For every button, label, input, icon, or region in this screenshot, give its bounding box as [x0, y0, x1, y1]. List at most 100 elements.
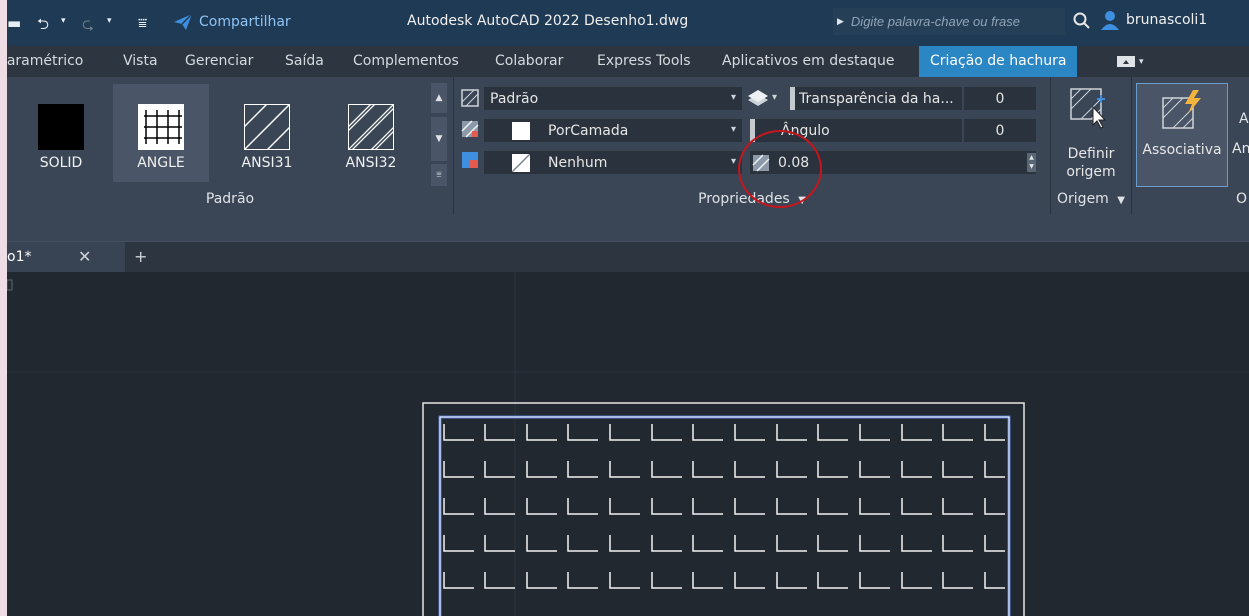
tab-saida[interactable]: Saída — [285, 53, 324, 69]
search-icon[interactable] — [1073, 12, 1091, 30]
ansi31-pattern-icon — [244, 104, 290, 150]
associative-label: Associativa — [1142, 142, 1222, 158]
hatch-stroke — [859, 424, 890, 441]
document-tab[interactable]: o1* ✕ — [7, 242, 125, 273]
search-input[interactable]: Digite palavra-chave ou frase — [851, 14, 1020, 29]
redo-dropdown-icon[interactable]: ▾ — [107, 16, 112, 26]
set-origin-icon — [1070, 88, 1107, 129]
hatch-stroke — [526, 461, 557, 478]
share-label: Compartilhar — [199, 14, 291, 30]
pattern-scroll-down[interactable]: ▼ — [431, 117, 447, 161]
hatch-stroke — [567, 498, 598, 515]
pattern-solid[interactable]: SOLID — [13, 84, 109, 182]
annotative-icon: A — [1239, 111, 1249, 127]
hatch-stroke — [942, 535, 973, 552]
tab-parametrico[interactable]: Paramétrico — [7, 53, 83, 69]
associative-button[interactable]: Associativa — [1136, 83, 1228, 187]
hatch-stroke — [734, 498, 765, 515]
tab-express-tools[interactable]: Express Tools — [597, 53, 691, 69]
hatch-stroke — [859, 498, 890, 515]
tab-criacao-de-hachura[interactable]: Criação de hachura — [919, 46, 1078, 77]
transparency-label-box: Transparência da ha... — [790, 87, 962, 110]
hatch-stroke — [984, 424, 1005, 441]
hatch-stroke — [776, 498, 807, 515]
undo-dropdown-icon[interactable]: ▾ — [61, 16, 66, 26]
tab-complementos[interactable]: Complementos — [353, 53, 459, 69]
hatch-color-icon — [461, 120, 479, 138]
annotative-label[interactable]: An — [1232, 141, 1249, 157]
hatch-stroke — [901, 535, 932, 552]
angle-input[interactable]: 0 — [964, 119, 1036, 142]
close-icon[interactable]: ✕ — [78, 247, 91, 266]
hatch-stroke — [567, 424, 598, 441]
hatch-stroke — [651, 424, 682, 441]
pattern-expand[interactable]: ⩸ — [431, 164, 447, 186]
chevron-down-icon: ▾ — [730, 156, 736, 167]
user-name: brunascoli1 — [1126, 12, 1208, 28]
ribbon-tab-bar: Paramétrico Vista Gerenciar Saída Comple… — [7, 46, 1249, 77]
ribbon-minimize-button[interactable]: ▾ — [1117, 56, 1144, 67]
hatch-stroke — [609, 498, 640, 515]
hatch-stroke — [567, 572, 598, 589]
hatch-stroke — [609, 424, 640, 441]
layers-icon[interactable] — [747, 88, 769, 108]
hatch-stroke — [526, 424, 557, 441]
hatch-stroke — [901, 498, 932, 515]
hatch-stroke — [817, 572, 848, 589]
scale-spinner[interactable]: ▲ ▼ — [1027, 153, 1036, 172]
pattern-ansi32[interactable]: ANSI32 — [323, 84, 419, 182]
hatch-stroke — [942, 424, 973, 441]
redo-icon[interactable]: ⮎ — [82, 14, 94, 39]
transparency-input[interactable]: 0 — [964, 87, 1036, 110]
angle-hatch-pattern[interactable] — [443, 424, 1005, 589]
ribbon-body: SOLID ANGLE ANSI31 ANSI32 ▲ ▼ ⩸ Padrão P… — [7, 77, 1249, 241]
tab-gerenciar[interactable]: Gerenciar — [185, 53, 253, 69]
hatch-type-value: Padrão — [490, 90, 539, 107]
pattern-angle[interactable]: ANGLE — [113, 84, 209, 182]
hatch-stroke — [942, 498, 973, 515]
chevron-down-icon: ▼ — [1117, 195, 1125, 206]
undo-icon[interactable]: ⮌ — [37, 14, 49, 39]
hatch-color-select[interactable]: PorCamada ▾ — [484, 119, 742, 142]
pattern-ansi31[interactable]: ANSI31 — [219, 84, 315, 182]
hatch-stroke — [984, 535, 1005, 552]
customize-qat-icon[interactable]: ⩸ — [138, 14, 147, 32]
chevron-down-icon: ▾ — [1139, 56, 1144, 67]
search-box[interactable]: ▶ Digite palavra-chave ou frase — [833, 8, 1065, 35]
hatch-boundary-selection[interactable] — [438, 415, 1011, 616]
hatch-stroke — [901, 461, 932, 478]
tab-vista[interactable]: Vista — [123, 53, 158, 69]
pattern-panel: SOLID ANGLE ANSI31 ANSI32 ▲ ▼ ⩸ Padrão — [7, 77, 453, 241]
outer-rectangle[interactable] — [422, 402, 1025, 616]
drawing-canvas[interactable] — [7, 272, 1249, 616]
hatch-stroke — [484, 572, 515, 589]
origin-panel-title[interactable]: Origem ▼ — [1051, 186, 1131, 213]
share-button[interactable]: Compartilhar — [173, 13, 291, 31]
tab-colaborar[interactable]: Colaborar — [495, 53, 563, 69]
save-icon[interactable]: ▬ — [7, 14, 21, 32]
background-color-select[interactable]: Nenhum ▾ — [484, 151, 742, 174]
background-color-value: Nenhum — [548, 154, 608, 171]
send-icon — [174, 13, 193, 30]
hatch-stroke — [651, 535, 682, 552]
user-account[interactable]: brunascoli1 — [1100, 10, 1207, 30]
tab-aplicativos-em-destaque[interactable]: Aplicativos em destaque — [722, 53, 894, 69]
hatch-type-select[interactable]: Padrão ▾ — [484, 87, 742, 110]
hatch-stroke — [776, 535, 807, 552]
pattern-panel-title: Padrão — [205, 191, 255, 207]
diagonal-slash-icon — [512, 153, 530, 172]
hatch-stroke — [526, 572, 557, 589]
drawing-area — [7, 272, 1249, 616]
hatch-stroke — [734, 572, 765, 589]
ansi32-pattern-icon — [348, 104, 394, 150]
hatch-stroke — [484, 535, 515, 552]
hatch-stroke — [443, 461, 474, 478]
hatch-stroke — [484, 424, 515, 441]
options-panel: Associativa An A O — [1132, 77, 1249, 241]
layers-dropdown-icon[interactable]: ▾ — [772, 92, 777, 103]
new-tab-icon[interactable]: + — [134, 247, 147, 266]
pattern-scroll-up[interactable]: ▲ — [431, 83, 447, 113]
search-expand-icon[interactable]: ▶ — [837, 17, 844, 27]
set-origin-button[interactable]: Definir origem — [1055, 83, 1127, 185]
transparency-slider-handle[interactable] — [790, 87, 795, 110]
